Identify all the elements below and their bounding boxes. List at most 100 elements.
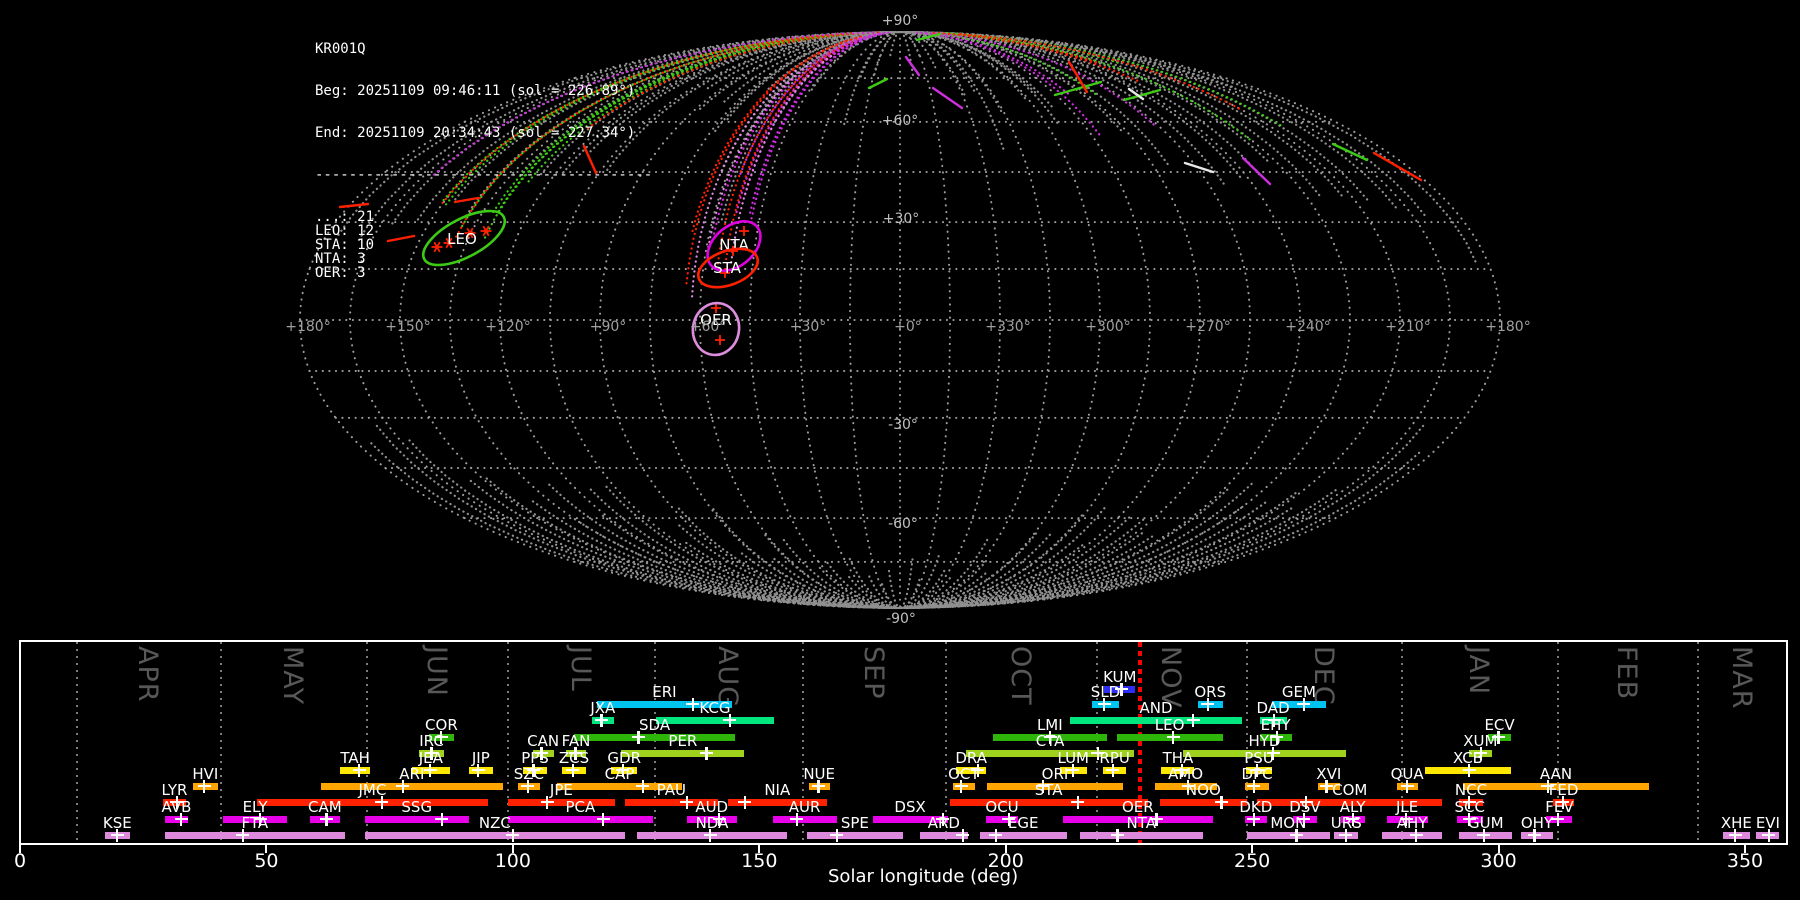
peak-marker-JPE bbox=[540, 795, 554, 809]
shower-bar-MON bbox=[1247, 831, 1330, 839]
x-tick-0: 0 bbox=[13, 850, 27, 872]
latitude-label: -60° bbox=[888, 516, 918, 532]
longitude-label: +60° bbox=[690, 319, 727, 335]
peak-marker-FTA bbox=[236, 828, 250, 842]
peak-marker-NTA bbox=[1111, 828, 1125, 842]
peak-marker-SZC bbox=[521, 779, 535, 793]
longitude-label: +270° bbox=[1185, 319, 1230, 335]
summary-count-row: STA: 10 bbox=[315, 237, 375, 253]
shower-label-SSG: SSG bbox=[401, 798, 433, 816]
peak-marker-JMC bbox=[375, 795, 389, 809]
peak-marker-ZCS bbox=[566, 763, 580, 777]
x-tick-50: 50 bbox=[254, 850, 279, 872]
shower-label-PCA: PCA bbox=[565, 798, 596, 816]
summary-count-row: OER: 3 bbox=[315, 265, 366, 281]
summary-count-row: ...: 21 bbox=[315, 209, 375, 225]
latitude-label: +60° bbox=[882, 113, 919, 129]
peak-marker-MON bbox=[1290, 828, 1303, 842]
peak-marker-AVB bbox=[174, 812, 188, 826]
month-boundary-AUG bbox=[653, 642, 656, 843]
peak-marker-DPC bbox=[1247, 779, 1261, 793]
peak-marker-CAM bbox=[320, 812, 334, 826]
peak-marker-JEA bbox=[423, 763, 437, 777]
peak-marker-OCT bbox=[954, 779, 968, 793]
x-tick-250: 250 bbox=[1234, 850, 1271, 872]
longitude-label: +150° bbox=[385, 319, 430, 335]
meteor-segment bbox=[931, 86, 964, 110]
month-boundary-JUN bbox=[365, 642, 368, 843]
shower-bar-KCG bbox=[655, 716, 775, 724]
meteor-segment bbox=[1372, 151, 1423, 182]
peak-marker-PCA bbox=[596, 812, 610, 826]
month-label-JUL: JUL bbox=[564, 646, 596, 692]
peak-marker-ORS bbox=[1201, 697, 1215, 711]
shower-count-summary: ...: 21 LEO: 12 STA: 10 NTA: 3 OER: 3 bbox=[315, 210, 652, 280]
shower-ellipse-STA: STA bbox=[696, 247, 760, 289]
shower-label-SPE: SPE bbox=[840, 814, 869, 832]
month-boundary-APR bbox=[75, 642, 78, 843]
peak-marker-ARD bbox=[956, 828, 970, 842]
session-begin: Beg: 20251109 09:46:11 (sol = 226.89°) bbox=[315, 83, 636, 99]
shower-bar-PCA bbox=[507, 815, 653, 823]
peak-marker-ERI bbox=[686, 697, 700, 711]
peak-marker-AHY bbox=[1409, 828, 1423, 842]
latitude-label: +30° bbox=[883, 211, 920, 227]
shower-label-STA: STA bbox=[1034, 781, 1063, 799]
peak-marker-NDA bbox=[703, 828, 717, 842]
month-boundary-NOV bbox=[1095, 642, 1098, 843]
latitude-label: -90° bbox=[886, 611, 916, 627]
peak-marker-AUR bbox=[790, 812, 804, 826]
longitude-label: +30° bbox=[790, 319, 827, 335]
shower-label-DSX: DSX bbox=[894, 798, 926, 816]
summary-count-row: NTA: 3 bbox=[315, 251, 366, 267]
month-label-MAR: MAR bbox=[1726, 646, 1758, 710]
meteor-segment bbox=[867, 77, 889, 90]
shower-label-OER: OER bbox=[1121, 798, 1154, 816]
peak-marker-NUE bbox=[811, 779, 825, 793]
shower-label-ARD: ARD bbox=[927, 814, 960, 832]
longitude-label: +300° bbox=[1085, 319, 1130, 335]
x-tick-300: 300 bbox=[1480, 850, 1517, 872]
peak-marker-CAP bbox=[636, 779, 650, 793]
shower-bar-AUR bbox=[772, 815, 837, 823]
longitude-label: +180° bbox=[1485, 319, 1530, 335]
radiant-sky-map: LEO NTASTAOER+180° +150° +120° +90° +60° +30° +… bbox=[285, 13, 1530, 627]
shower-label-PER: PER bbox=[668, 732, 698, 750]
shower-bar-FTA bbox=[164, 831, 345, 839]
shower-bar-SSG bbox=[365, 815, 469, 823]
peak-marker-NOO bbox=[1215, 795, 1229, 809]
longitude-label: +180° bbox=[285, 319, 330, 335]
x-tick-150: 150 bbox=[741, 850, 778, 872]
shower-label-COM: COM bbox=[1332, 781, 1368, 799]
peak-marker-TAH bbox=[352, 763, 366, 777]
meteor-segment bbox=[1241, 156, 1272, 186]
peak-marker-SLD bbox=[1097, 697, 1111, 711]
peak-marker-QUA bbox=[1400, 779, 1414, 793]
month-label-SEP: SEP bbox=[857, 646, 889, 700]
peak-marker-ARI bbox=[396, 779, 410, 793]
peak-marker-HVI bbox=[197, 779, 211, 793]
peak-marker-DKD bbox=[1247, 812, 1261, 826]
peak-marker-KCG bbox=[723, 713, 737, 727]
shower-bar-SDA bbox=[574, 733, 735, 741]
latitude-label: +90° bbox=[882, 13, 919, 29]
peak-marker-KSE bbox=[110, 828, 124, 842]
shower-bar-SPE bbox=[807, 831, 903, 839]
month-label-JUN: JUN bbox=[420, 646, 452, 697]
month-boundary-JUL bbox=[507, 642, 510, 843]
longitude-label: +210° bbox=[1385, 319, 1430, 335]
shower-bar-NTA bbox=[1079, 831, 1203, 839]
peak-marker-GEM bbox=[1297, 697, 1311, 711]
shower-label-ERI: ERI bbox=[652, 683, 677, 701]
peak-marker-SDA bbox=[632, 730, 646, 744]
peak-marker-EVI bbox=[1762, 828, 1776, 842]
ellipse-label: STA bbox=[713, 259, 742, 277]
shower-bar-JPE bbox=[507, 798, 615, 806]
peak-marker-NIA bbox=[738, 795, 752, 809]
longitude-label: +120° bbox=[485, 319, 530, 335]
peak-marker-FEV bbox=[1551, 812, 1565, 826]
shower-label-CTA: CTA bbox=[1035, 732, 1065, 750]
longitude-label: +0° bbox=[894, 319, 922, 335]
session-end: End: 20251109 20:34:43 (sol = 227.34°) bbox=[315, 125, 636, 141]
shower-bar-NZC bbox=[365, 831, 625, 839]
